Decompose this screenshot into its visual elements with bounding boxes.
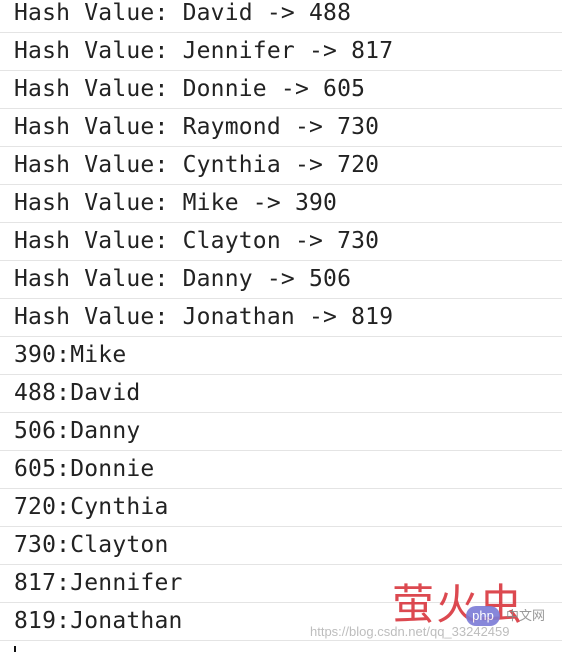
console-line: Hash Value: Jennifer -> 817 — [0, 33, 562, 71]
console-line: Hash Value: Cynthia -> 720 — [0, 147, 562, 185]
console-line: Hash Value: Clayton -> 730 — [0, 223, 562, 261]
console-line: Hash Value: David -> 488 — [0, 0, 562, 33]
watermark-site-name: 中文网 — [506, 609, 546, 624]
console-line: Hash Value: Raymond -> 730 — [0, 109, 562, 147]
console-line: 720:Cynthia — [0, 489, 562, 527]
console-line: Hash Value: Danny -> 506 — [0, 261, 562, 299]
console-line: 506:Danny — [0, 413, 562, 451]
console-line: Hash Value: Mike -> 390 — [0, 185, 562, 223]
prompt-caret — [14, 646, 16, 652]
watermark-logo: 萤火虫 — [392, 580, 525, 629]
watermark-badge: php — [466, 606, 500, 626]
console-output: Hash Value: David -> 488 Hash Value: Jen… — [0, 0, 562, 641]
console-line: 605:Donnie — [0, 451, 562, 489]
console-line: Hash Value: Donnie -> 605 — [0, 71, 562, 109]
console-line: Hash Value: Jonathan -> 819 — [0, 299, 562, 337]
console-line: 488:David — [0, 375, 562, 413]
console-line: 390:Mike — [0, 337, 562, 375]
console-line: 730:Clayton — [0, 527, 562, 565]
